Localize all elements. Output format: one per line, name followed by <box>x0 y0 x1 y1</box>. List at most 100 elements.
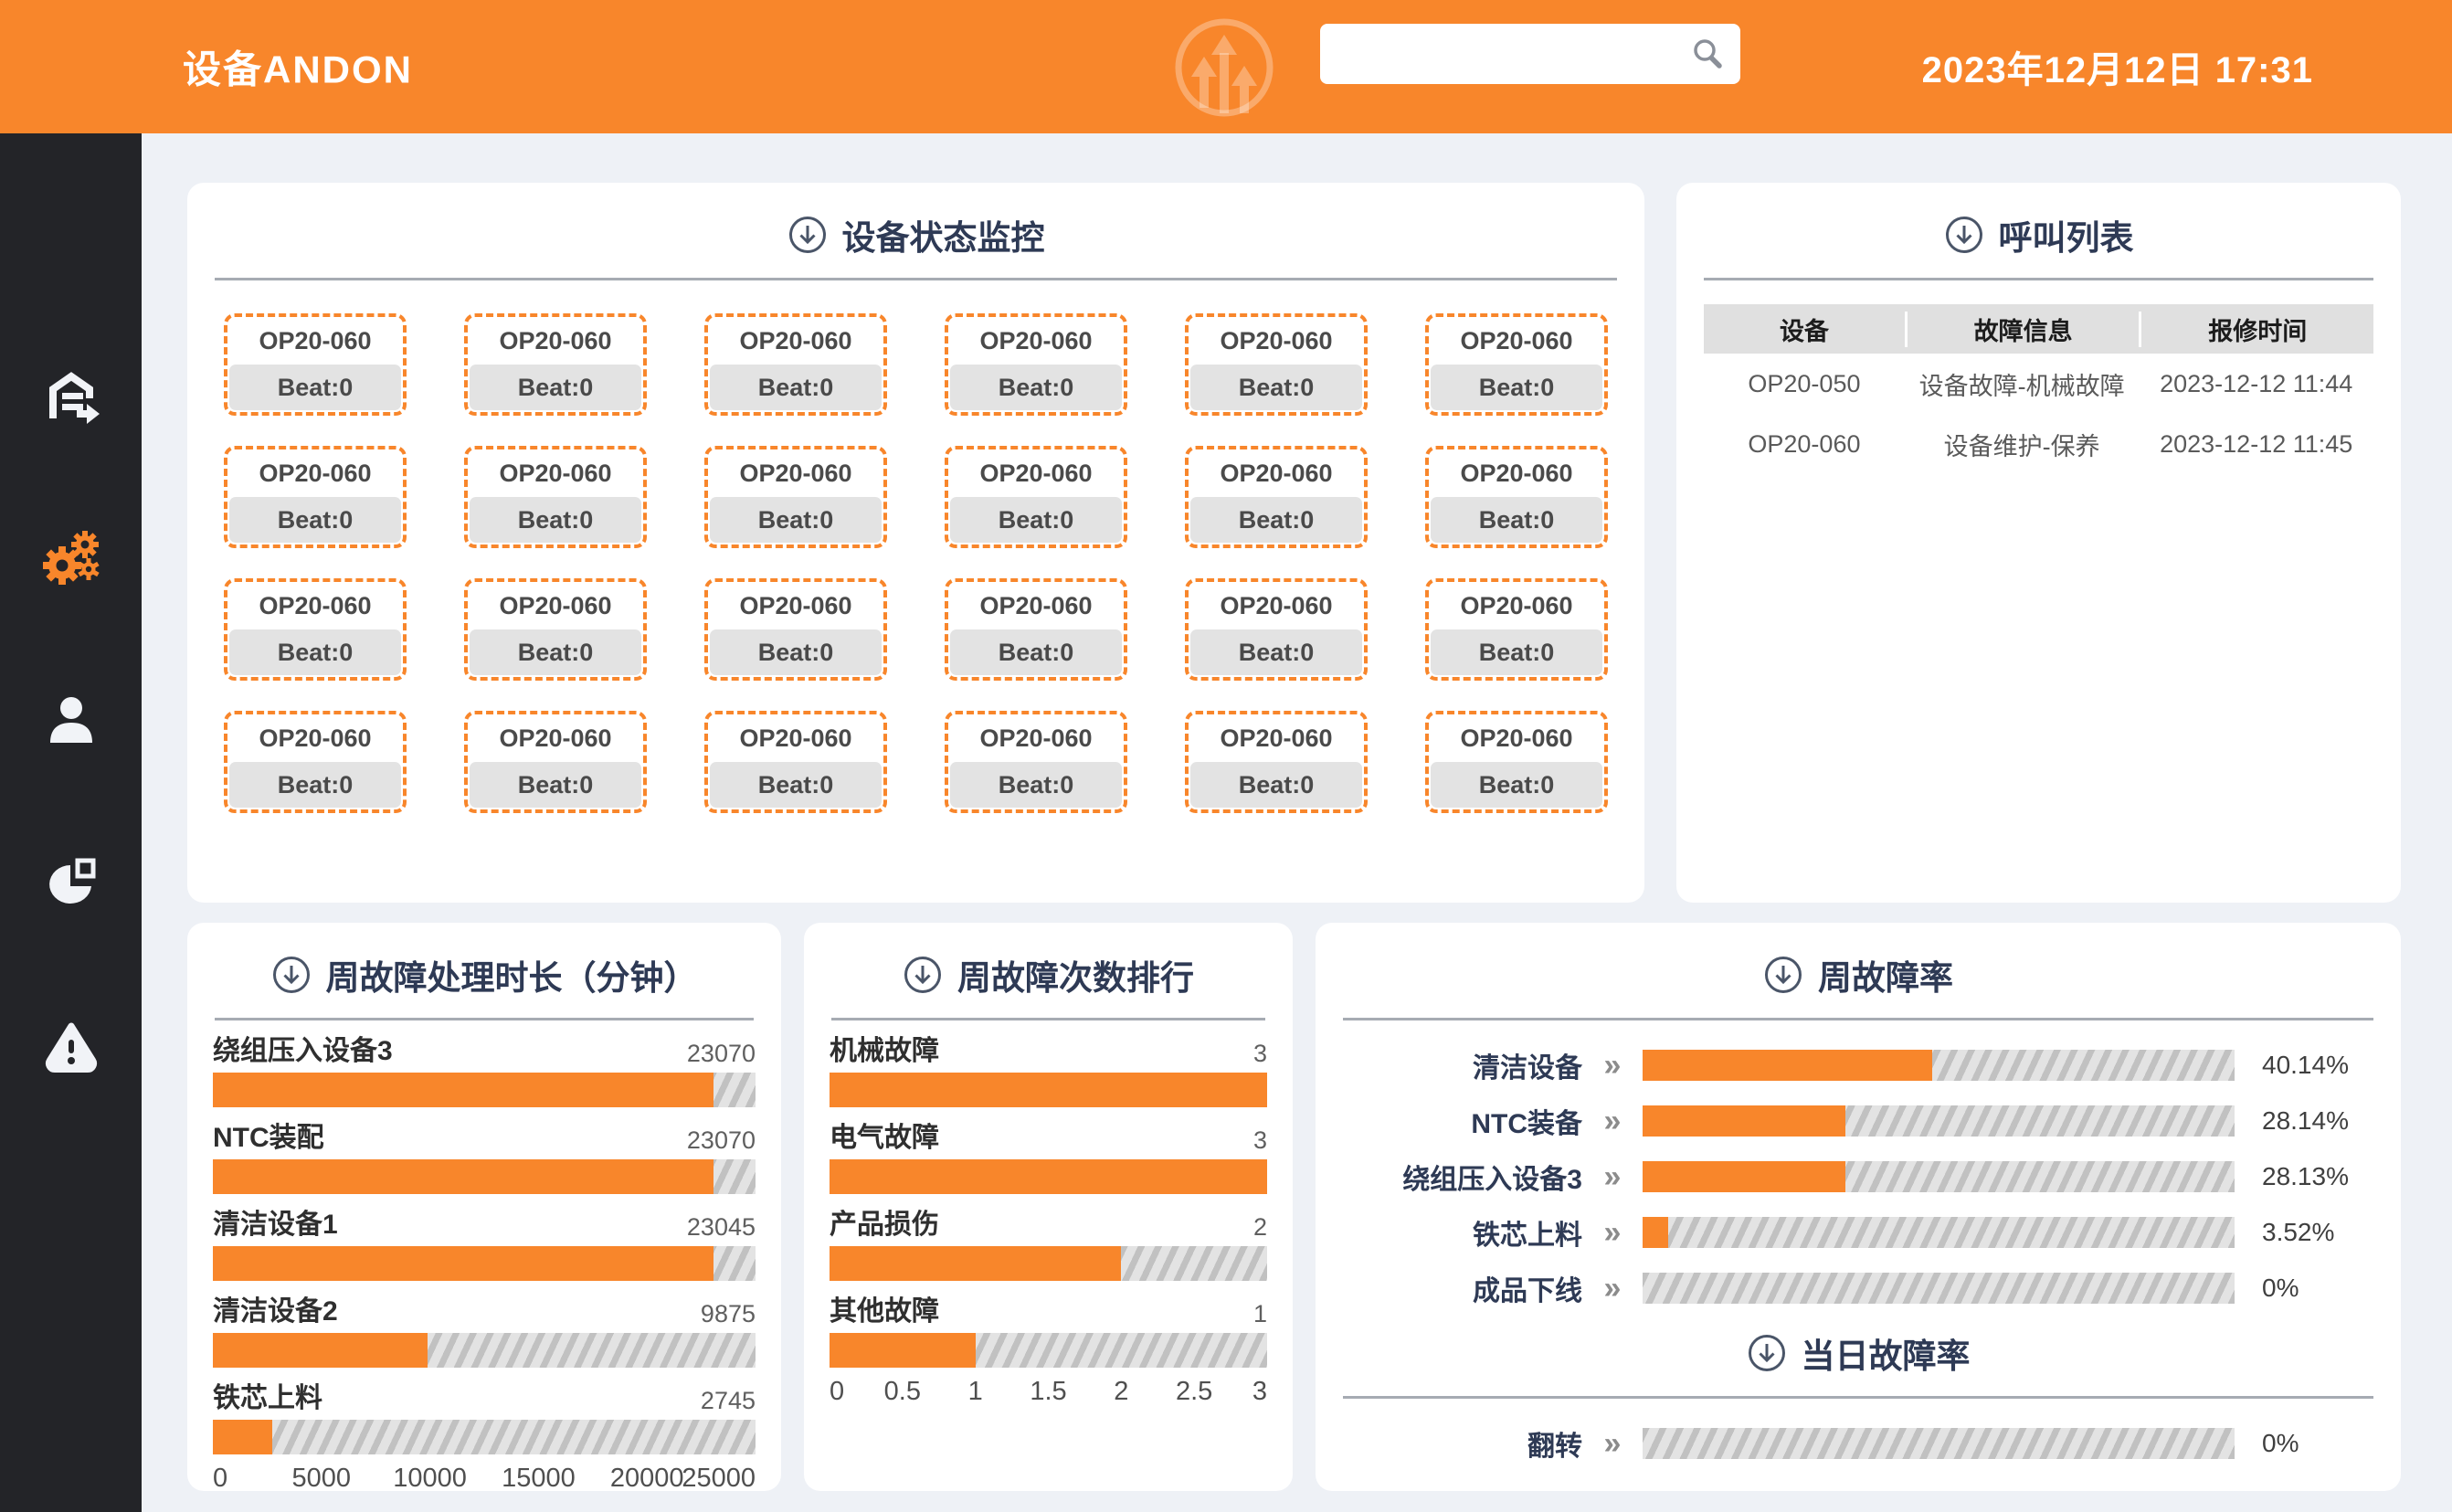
device-card[interactable]: OP20-060Beat:0 <box>704 446 887 548</box>
axis-tick: 5000 <box>292 1464 352 1494</box>
rate-fill <box>1643 1217 1668 1248</box>
device-code: OP20-060 <box>1189 582 1364 629</box>
device-card[interactable]: OP20-060Beat:0 <box>945 313 1127 416</box>
pie-chart-icon[interactable] <box>37 850 105 917</box>
bar-value: 1 <box>1253 1300 1267 1328</box>
device-card[interactable]: OP20-060Beat:0 <box>224 711 407 813</box>
x-axis: 0500010000150002000025000 <box>213 1464 756 1498</box>
device-card[interactable]: OP20-060Beat:0 <box>945 446 1127 548</box>
bar-value: 2 <box>1253 1213 1267 1242</box>
search-input[interactable] <box>1340 38 1689 69</box>
device-beat: Beat:0 <box>710 762 882 808</box>
device-code: OP20-060 <box>708 317 883 365</box>
user-icon[interactable] <box>37 687 105 755</box>
divider <box>215 1018 754 1020</box>
device-beat: Beat:0 <box>710 365 882 410</box>
dotted-double-chevron-icon: » <box>1582 1104 1643 1139</box>
table-column-header: 设备 <box>1704 312 1905 347</box>
device-beat: Beat:0 <box>710 629 882 675</box>
circle-down-arrow-icon <box>903 955 943 995</box>
device-card[interactable]: OP20-060Beat:0 <box>1185 578 1368 681</box>
axis-tick: 1.5 <box>1030 1377 1066 1407</box>
settings-gears-icon[interactable] <box>37 524 105 592</box>
panel-title: 设备状态监控 <box>187 183 1644 259</box>
axis-tick: 2 <box>1114 1377 1128 1407</box>
bar-row: 电气故障3 <box>830 1124 1267 1194</box>
device-card[interactable]: OP20-060Beat:0 <box>1425 446 1608 548</box>
device-card[interactable]: OP20-060Beat:0 <box>1425 313 1608 416</box>
rate-value: 3.52% <box>2262 1218 2364 1247</box>
rate-label: 铁芯上料 <box>1352 1212 1582 1253</box>
device-card[interactable]: OP20-060Beat:0 <box>1425 711 1608 813</box>
device-beat: Beat:0 <box>1431 629 1602 675</box>
dotted-double-chevron-icon: » <box>1582 1271 1643 1306</box>
device-code: OP20-060 <box>227 317 403 365</box>
device-card[interactable]: OP20-060Beat:0 <box>945 578 1127 681</box>
fault-rate-panel: 周故障率 清洁设备»40.14%NTC装备»28.14%绕组压入设备3»28.1… <box>1316 923 2401 1491</box>
device-card[interactable]: OP20-060Beat:0 <box>704 313 887 416</box>
rate-row: NTC装备»28.14% <box>1352 1105 2364 1137</box>
bar-label: 铁芯上料 <box>213 1375 322 1415</box>
device-beat: Beat:0 <box>1431 497 1602 543</box>
panel-title-text: 设备状态监控 <box>842 210 1045 259</box>
device-card[interactable]: OP20-060Beat:0 <box>1185 313 1368 416</box>
device-card[interactable]: OP20-060Beat:0 <box>1185 711 1368 813</box>
device-code: OP20-060 <box>1429 582 1604 629</box>
table-cell: 设备维护-保养 <box>1905 427 2140 462</box>
bar-label: 电气故障 <box>830 1115 939 1155</box>
factory-export-icon[interactable] <box>37 362 105 429</box>
device-card[interactable]: OP20-060Beat:0 <box>704 711 887 813</box>
device-code: OP20-060 <box>708 714 883 762</box>
device-card[interactable]: OP20-060Beat:0 <box>464 446 647 548</box>
panel-title-text: 周故障次数排行 <box>957 950 1194 999</box>
device-card[interactable]: OP20-060Beat:0 <box>464 711 647 813</box>
axis-tick: 1 <box>968 1377 983 1407</box>
rate-fill <box>1643 1161 1845 1192</box>
bar-label: 清洁设备2 <box>213 1288 338 1328</box>
rate-label: NTC装备 <box>1352 1101 1582 1141</box>
table-row[interactable]: OP20-050设备故障-机械故障2023-12-12 11:44 <box>1704 354 2373 414</box>
panel-title-text: 呼叫列表 <box>1999 210 2134 259</box>
bar-fill <box>830 1246 1121 1281</box>
table-row[interactable]: OP20-060设备维护-保养2023-12-12 11:45 <box>1704 414 2373 474</box>
device-card[interactable]: OP20-060Beat:0 <box>224 446 407 548</box>
warning-triangle-icon[interactable] <box>37 1012 105 1080</box>
axis-tick: 25000 <box>682 1464 756 1494</box>
device-card[interactable]: OP20-060Beat:0 <box>464 578 647 681</box>
sidebar-nav <box>0 133 142 1512</box>
count-chart: 机械故障3电气故障3产品损伤2其他故障100.511.522.53 <box>804 1037 1293 1412</box>
bar-track <box>213 1073 756 1107</box>
bar-row: 产品损伤2 <box>830 1211 1267 1281</box>
bar-value: 23070 <box>687 1040 756 1068</box>
device-card[interactable]: OP20-060Beat:0 <box>464 313 647 416</box>
dotted-double-chevron-icon: » <box>1582 1426 1643 1462</box>
device-code: OP20-060 <box>948 449 1124 497</box>
device-card[interactable]: OP20-060Beat:0 <box>224 578 407 681</box>
weekly-fault-duration-panel: 周故障处理时长（分钟） 绕组压入设备323070NTC装配23070清洁设备12… <box>187 923 781 1491</box>
device-card[interactable]: OP20-060Beat:0 <box>1185 446 1368 548</box>
device-code: OP20-060 <box>468 714 643 762</box>
axis-tick: 20000 <box>610 1464 684 1494</box>
device-card[interactable]: OP20-060Beat:0 <box>224 313 407 416</box>
device-code: OP20-060 <box>708 582 883 629</box>
device-card[interactable]: OP20-060Beat:0 <box>1425 578 1608 681</box>
rate-label: 翻转 <box>1352 1423 1582 1464</box>
axis-tick: 2.5 <box>1176 1377 1212 1407</box>
device-code: OP20-060 <box>1429 317 1604 365</box>
rate-track <box>1643 1273 2235 1304</box>
device-code: OP20-060 <box>468 582 643 629</box>
rate-row: 铁芯上料»3.52% <box>1352 1216 2364 1249</box>
rate-fill <box>1643 1050 1932 1081</box>
search-box <box>1320 24 1740 84</box>
bar-label: 绕组压入设备3 <box>213 1028 393 1068</box>
rate-row: 成品下线»0% <box>1352 1272 2364 1305</box>
device-card[interactable]: OP20-060Beat:0 <box>945 711 1127 813</box>
device-code: OP20-060 <box>948 317 1124 365</box>
bar-fill <box>213 1333 428 1368</box>
device-beat: Beat:0 <box>470 629 641 675</box>
search-icon[interactable] <box>1689 36 1726 72</box>
table-cell: 2023-12-12 11:45 <box>2139 430 2373 459</box>
device-card[interactable]: OP20-060Beat:0 <box>704 578 887 681</box>
bar-row: 清洁设备29875 <box>213 1297 756 1368</box>
growth-arrows-logo-icon <box>1168 9 1281 126</box>
